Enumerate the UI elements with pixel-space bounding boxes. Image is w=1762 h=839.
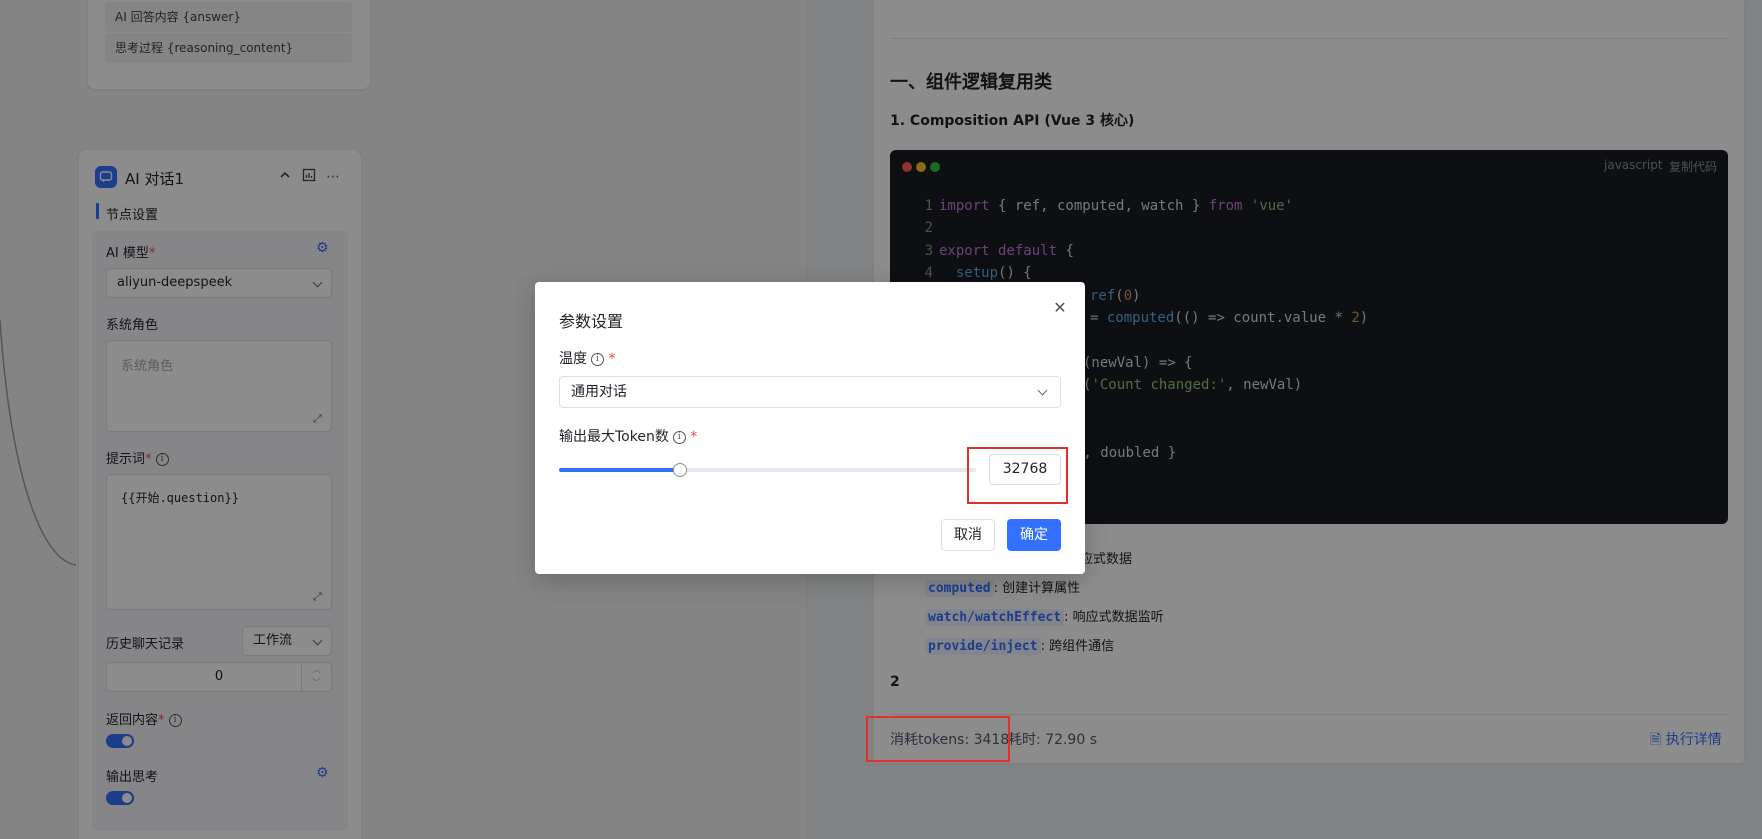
cancel-button[interactable]: 取消 (941, 519, 995, 551)
temperature-select[interactable]: 通用对话 (559, 376, 1061, 408)
close-icon[interactable]: ✕ (1052, 300, 1068, 316)
dialog-title: 参数设置 (559, 312, 624, 331)
highlight-box-tokens (866, 716, 1010, 762)
max-token-label: 输出最大Token数 i * (559, 429, 698, 445)
chevron-down-icon (1037, 385, 1048, 396)
temperature-label: 温度 i * (559, 351, 616, 367)
highlight-box-max-token (967, 447, 1068, 504)
info-icon: i (672, 430, 686, 444)
max-token-slider-fill (559, 468, 680, 472)
confirm-button[interactable]: 确定 (1007, 519, 1061, 551)
info-icon: i (591, 352, 604, 366)
max-token-slider-handle[interactable] (673, 463, 687, 477)
